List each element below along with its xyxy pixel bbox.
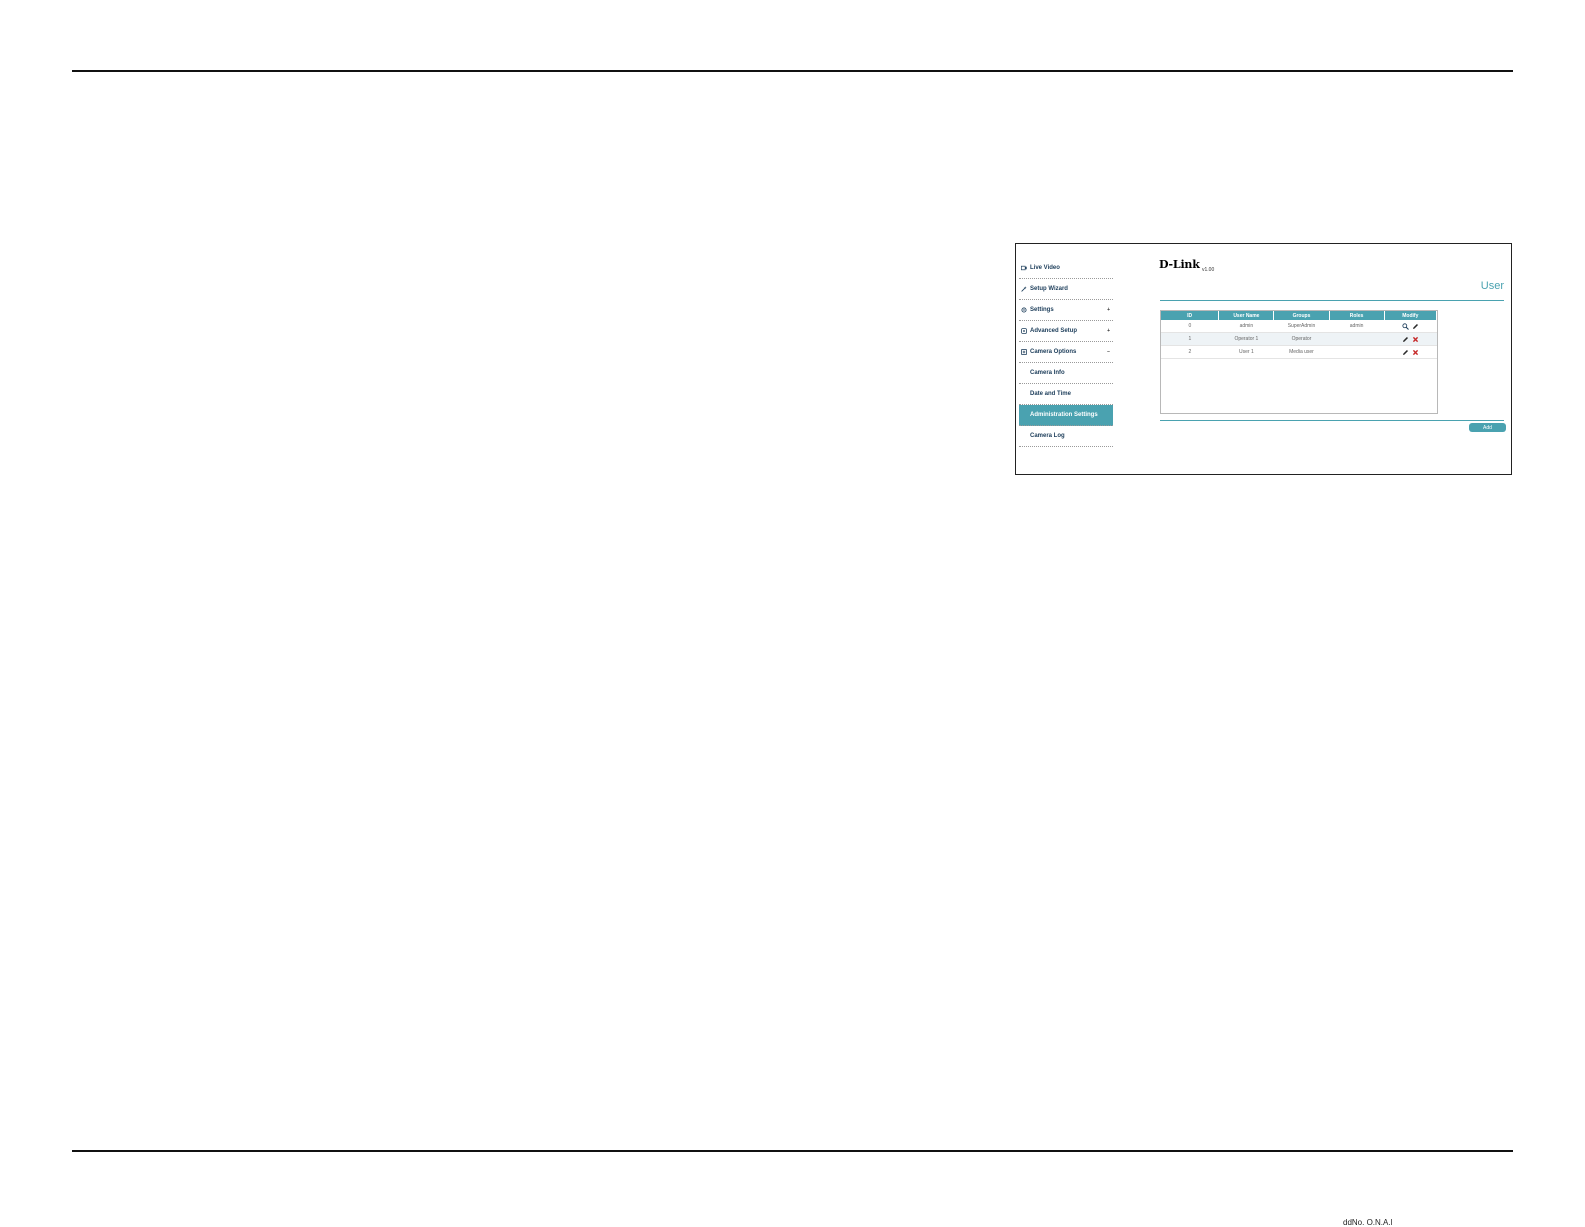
sidebar-item-label: Setup Wizard — [1030, 286, 1068, 292]
cell-group: SuperAdmin — [1273, 320, 1330, 333]
sidebar-item-label: Camera Options — [1030, 349, 1077, 355]
user-table-container: ID User Name Groups Roles Modify 0 admin… — [1160, 310, 1438, 414]
cell-id: 2 — [1161, 345, 1219, 359]
cell-id: 0 — [1161, 320, 1219, 333]
user-table: ID User Name Groups Roles Modify 0 admin… — [1161, 311, 1438, 359]
table-footer-divider — [1160, 420, 1504, 421]
sidebar-item-setup-wizard[interactable]: Setup Wizard — [1019, 279, 1113, 300]
delete-icon[interactable] — [1412, 336, 1419, 343]
column-header-groups: Groups — [1273, 311, 1330, 320]
sidebar-subitem-label: Camera Info — [1030, 370, 1065, 376]
cell-username: Operator 1 — [1218, 332, 1274, 346]
edit-icon[interactable] — [1412, 323, 1419, 330]
table-header-row: ID User Name Groups Roles Modify — [1161, 311, 1438, 320]
footer-text: ddNo. O.N.A.l — [1343, 1218, 1393, 1227]
add-user-button[interactable]: Add — [1469, 423, 1506, 432]
video-icon — [1021, 265, 1027, 271]
sidebar-item-label: Settings — [1030, 307, 1054, 313]
sidebar-subitem-label: Camera Log — [1030, 433, 1065, 439]
cell-modify — [1384, 345, 1437, 359]
sidebar-subitem-administration-settings[interactable]: Administration Settings — [1019, 405, 1113, 426]
sidebar-subitem-date-and-time[interactable]: Date and Time — [1019, 384, 1113, 405]
cell-group: Operator — [1273, 332, 1330, 346]
title-divider — [1160, 300, 1504, 301]
cell-role — [1329, 332, 1385, 346]
cell-modify — [1384, 332, 1437, 346]
column-header-roles: Roles — [1329, 311, 1385, 320]
cell-group: Media user — [1273, 345, 1330, 359]
page-bottom-rule — [72, 1150, 1513, 1152]
table-row: 0 admin SuperAdmin admin — [1161, 320, 1437, 333]
advanced-icon — [1021, 328, 1027, 334]
sidebar-subitem-label: Date and Time — [1030, 391, 1071, 397]
sidebar: Live Video Setup Wizard Settings + Advan… — [1019, 258, 1113, 447]
edit-icon[interactable] — [1402, 336, 1409, 343]
sidebar-item-advanced-setup[interactable]: Advanced Setup + — [1019, 321, 1113, 342]
edit-icon[interactable] — [1402, 349, 1409, 356]
page-title: User — [1480, 280, 1504, 292]
column-header-user-name: User Name — [1218, 311, 1275, 320]
view-icon[interactable] — [1402, 322, 1409, 330]
column-header-id: ID — [1161, 311, 1220, 320]
expand-icon[interactable]: + — [1107, 307, 1110, 313]
cell-modify — [1384, 320, 1437, 333]
sidebar-item-label: Live Video — [1030, 265, 1060, 271]
table-row: 1 Operator 1 Operator — [1161, 332, 1437, 346]
sidebar-subitem-camera-info[interactable]: Camera Info — [1019, 363, 1113, 384]
sidebar-subitem-camera-log[interactable]: Camera Log — [1019, 426, 1113, 447]
firmware-version: v1.00 — [1202, 267, 1215, 273]
cell-username: admin — [1218, 320, 1274, 333]
sidebar-item-camera-options[interactable]: Camera Options − — [1019, 342, 1113, 363]
camera-options-icon — [1021, 349, 1027, 355]
cell-id: 1 — [1161, 332, 1219, 346]
dlink-logo: D-Link — [1159, 258, 1200, 271]
delete-icon[interactable] — [1412, 349, 1419, 356]
sidebar-item-settings[interactable]: Settings + — [1019, 300, 1113, 321]
expand-icon[interactable]: + — [1107, 328, 1110, 334]
collapse-icon[interactable]: − — [1107, 349, 1110, 355]
cell-role: admin — [1329, 320, 1385, 333]
column-header-modify: Modify — [1384, 311, 1438, 320]
cell-role — [1329, 345, 1385, 359]
sidebar-item-live-video[interactable]: Live Video — [1019, 258, 1113, 279]
sidebar-subitem-label: Administration Settings — [1030, 412, 1098, 418]
table-row: 2 User 1 Media user — [1161, 345, 1437, 359]
page-top-rule — [72, 70, 1513, 72]
cell-username: User 1 — [1218, 345, 1274, 359]
gear-icon — [1021, 307, 1027, 313]
screenshot-frame: Live Video Setup Wizard Settings + Advan… — [1015, 243, 1512, 475]
sidebar-item-label: Advanced Setup — [1030, 328, 1078, 334]
wand-icon — [1021, 286, 1027, 292]
